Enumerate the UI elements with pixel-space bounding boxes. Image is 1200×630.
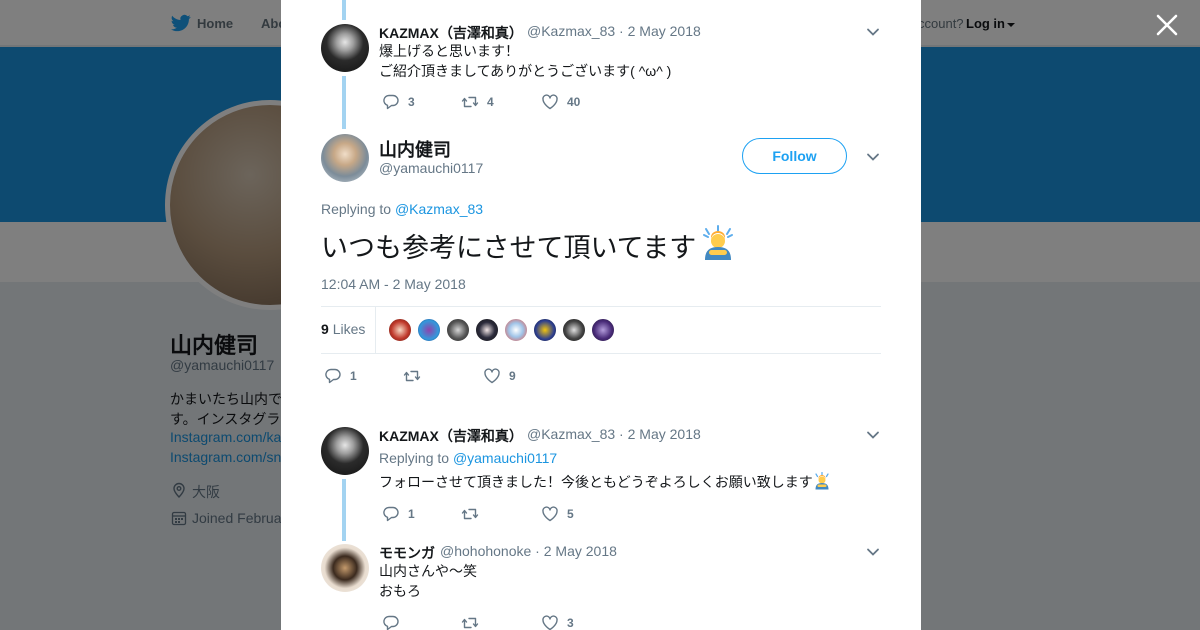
- main-tweet-author-name[interactable]: 山内健司: [379, 136, 451, 162]
- likes-label: Likes: [332, 321, 366, 337]
- retweet-button[interactable]: [461, 614, 487, 630]
- retweet-button[interactable]: [461, 505, 487, 523]
- heart-icon: [542, 94, 558, 110]
- divider: [321, 353, 881, 354]
- replying-to-label: Replying to: [379, 450, 450, 466]
- liker-avatar[interactable]: [533, 318, 557, 342]
- tweet-author-handle[interactable]: @Kazmax_83: [527, 23, 615, 39]
- tweet-author-handle[interactable]: @hohohonoke: [440, 543, 531, 559]
- replying-to: Replying to @Kazmax_83: [321, 201, 483, 217]
- follow-button[interactable]: Follow: [742, 138, 847, 174]
- liker-avatar[interactable]: [475, 318, 499, 342]
- avatar[interactable]: [321, 24, 369, 72]
- avatar[interactable]: [321, 427, 369, 475]
- heart-icon: [484, 368, 500, 384]
- tweet-meta: @Kazmax_83 · 2 May 2018: [527, 23, 701, 39]
- reply-button[interactable]: 1: [382, 505, 415, 523]
- reply-button[interactable]: [382, 614, 408, 630]
- person-bowing-emoji: [703, 225, 734, 260]
- retweet-icon: [461, 508, 479, 520]
- main-tweet-text: いつも参考にさせて頂いてます: [321, 225, 736, 268]
- reply-icon: [383, 615, 399, 630]
- reply-count: 1: [408, 507, 415, 521]
- main-tweet-author-handle[interactable]: @yamauchi0117: [379, 160, 483, 176]
- chevron-down-icon[interactable]: [866, 428, 880, 442]
- likes-total: 9: [321, 321, 329, 337]
- replying-to-link[interactable]: @yamauchi0117: [453, 450, 557, 466]
- likes-summary[interactable]: 9 Likes: [321, 321, 365, 337]
- tweet-text: 山内さんや〜笑: [379, 563, 477, 579]
- tweet-date[interactable]: 2 May 2018: [628, 23, 701, 39]
- retweet-icon: [403, 370, 421, 382]
- divider: [375, 306, 376, 353]
- tweet-meta: @hohohonoke · 2 May 2018: [440, 543, 617, 559]
- liker-avatar[interactable]: [591, 318, 615, 342]
- replying-to-link[interactable]: @Kazmax_83: [395, 201, 483, 217]
- avatar[interactable]: [321, 134, 369, 182]
- like-count: 40: [567, 95, 581, 109]
- tweet-author-name[interactable]: KAZMAX（吉澤和真）: [379, 23, 523, 43]
- tweet-modal: [281, 0, 921, 630]
- tweet-date[interactable]: 2 May 2018: [544, 543, 617, 559]
- reply-count: 1: [350, 369, 357, 383]
- main-tweet-timestamp[interactable]: 12:04 AM - 2 May 2018: [321, 276, 466, 292]
- close-icon[interactable]: [1154, 12, 1180, 38]
- tweet-text: フォローさせて頂きました！今後ともどうぞよろしくお願い致します: [379, 471, 831, 492]
- liker-avatar[interactable]: [504, 318, 528, 342]
- reply-count: 3: [408, 95, 415, 109]
- reply-button[interactable]: 3: [382, 93, 415, 111]
- divider: [321, 306, 881, 307]
- liker-avatar[interactable]: [562, 318, 586, 342]
- thread-connector: [342, 0, 346, 20]
- tweet-text-content: フォローさせて頂きました！今後ともどうぞよろしくお願い致します: [379, 474, 813, 490]
- retweet-button[interactable]: [403, 367, 429, 385]
- like-button[interactable]: 9: [483, 367, 516, 385]
- avatar[interactable]: [321, 544, 369, 592]
- thread-connector: [342, 479, 346, 541]
- tweet-author-handle[interactable]: @Kazmax_83: [527, 426, 615, 442]
- heart-icon: [542, 615, 558, 630]
- reply-icon: [325, 368, 341, 384]
- like-count: 3: [567, 616, 574, 630]
- tweet-meta: @Kazmax_83 · 2 May 2018: [527, 426, 701, 442]
- liker-avatar[interactable]: [417, 318, 441, 342]
- reply-icon: [383, 506, 399, 522]
- tweet-author-name[interactable]: KAZMAX（吉澤和真）: [379, 426, 523, 446]
- retweet-count: 4: [487, 95, 494, 109]
- tweet-date[interactable]: 2 May 2018: [628, 426, 701, 442]
- like-count: 9: [509, 369, 516, 383]
- replying-to-label: Replying to: [321, 201, 392, 217]
- replying-to: Replying to @yamauchi0117: [379, 450, 557, 466]
- retweet-icon: [461, 617, 479, 629]
- tweet-text: おもろ: [379, 583, 421, 599]
- liker-avatar[interactable]: [446, 318, 470, 342]
- main-tweet-text-content: いつも参考にさせて頂いてます: [321, 233, 697, 263]
- chevron-down-icon[interactable]: [866, 545, 880, 559]
- thread-connector: [342, 76, 346, 129]
- retweet-icon: [461, 96, 479, 108]
- like-button[interactable]: 40: [541, 93, 580, 111]
- heart-icon: [542, 506, 558, 522]
- tweet-author-name[interactable]: モモンガ: [379, 543, 435, 563]
- liker-avatar[interactable]: [388, 318, 412, 342]
- tweet-text: 爆上げると思います！: [379, 43, 519, 59]
- like-button[interactable]: 5: [541, 505, 574, 523]
- retweet-button[interactable]: 4: [461, 93, 494, 111]
- reply-icon: [383, 94, 399, 110]
- chevron-down-icon[interactable]: [866, 150, 880, 164]
- like-button[interactable]: 3: [541, 614, 574, 630]
- person-bowing-emoji: [815, 471, 829, 490]
- reply-button[interactable]: 1: [324, 367, 357, 385]
- chevron-down-icon[interactable]: [866, 25, 880, 39]
- like-count: 5: [567, 507, 574, 521]
- tweet-text: ご紹介頂きましてありがとうございます( ^ω^ ): [379, 63, 672, 79]
